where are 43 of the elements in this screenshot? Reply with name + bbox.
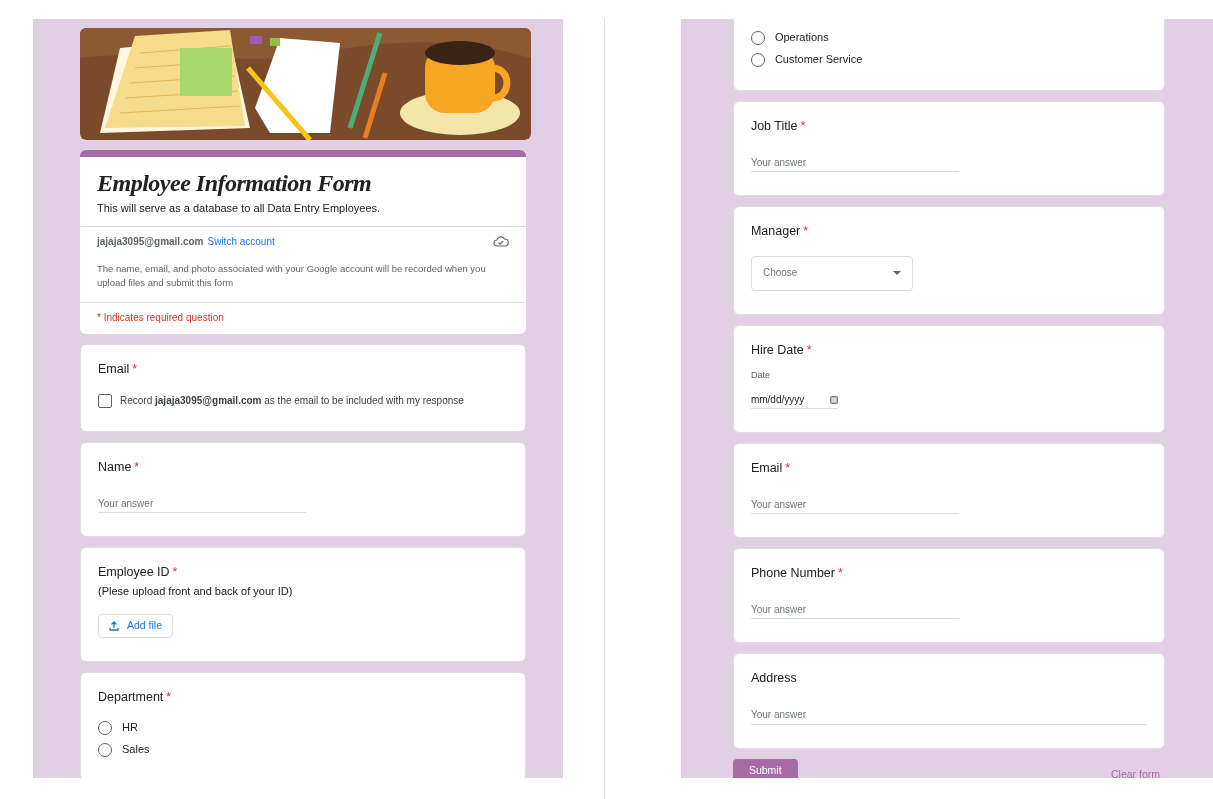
form-description: This will serve as a database to all Data Entry Employees. [97,201,382,216]
add-file-button[interactable]: Add file [98,614,174,638]
answer-field[interactable]: Your answer [750,707,1147,725]
question-title: Phone Number [750,566,835,582]
question-title: Hire Date [750,342,804,359]
required-asterisk: * [806,342,812,359]
option-label: Customer Service [774,53,863,67]
form-title: Employee Information Form [97,169,373,198]
question-title: Name [98,459,132,476]
account-email: jajaja3095@gmail.com [97,235,204,249]
option-label: Operations [774,31,829,45]
required-asterisk: * [172,565,178,581]
dropdown-caret-icon [892,271,901,276]
question-title: Manager [750,224,801,240]
cloud-check-icon [492,236,509,248]
checkbox[interactable] [98,393,112,408]
required-asterisk: * [166,689,172,706]
checkbox-label: Record jajaja3095@gmail.com as the email to be included with my response [120,394,464,408]
required-note: * Indicates required question [97,311,224,323]
switch-account-link[interactable]: Switch account [207,235,275,249]
privacy-notice: The name, email, and photo associated with your Google account will be recorded when you upload files and submit this form [97,262,487,290]
option-label: HR [122,721,138,736]
date-field[interactable]: mm/dd/yyyy [750,393,838,410]
submit-button[interactable]: Submit [732,758,798,778]
upload-icon [109,621,119,631]
required-asterisk: * [132,362,138,378]
required-asterisk: * [785,461,791,477]
choose-dropdown[interactable]: Choose [750,255,913,291]
required-asterisk: * [838,566,843,582]
question-title: Email [750,461,783,477]
question-title: Department [98,689,164,706]
question-title: Email [98,362,130,378]
calendar-icon[interactable] [829,395,838,404]
date-label: Date [750,370,771,382]
option-label: Sales [122,743,150,758]
required-asterisk: * [800,119,806,135]
question-title: Address [750,671,797,687]
question-title: Job Title [750,119,798,135]
required-asterisk: * [803,224,809,240]
question-subtitle: (Plese upload front and back of your ID) [98,584,294,599]
clear-form-link[interactable]: Clear form [1110,767,1160,778]
required-asterisk: * [134,459,140,476]
question-title: Employee ID [98,565,170,581]
